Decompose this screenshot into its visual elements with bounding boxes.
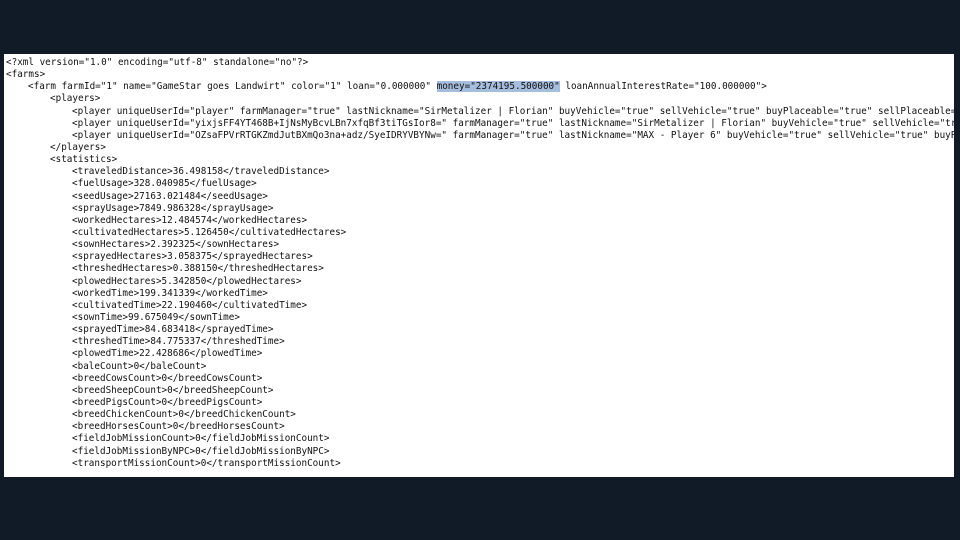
farms-open-line: <farms> [6, 69, 46, 81]
statistic-line: <plowedHectares>5.342850</plowedHectares… [72, 275, 302, 287]
players-close-line: </players> [50, 141, 106, 153]
farm-interest-text: loanAnnualInterestRate="100.000000"> [559, 81, 767, 93]
statistic-line: <plowedTime>22.428686</plowedTime> [72, 348, 263, 360]
statistic-line: <sownHectares>2.392325</sownHectares> [72, 239, 280, 251]
statistic-line: <transportMissionCount>0</transportMissi… [72, 457, 341, 469]
statistic-line: <breedPigsCount>0</breedPigsCount> [72, 396, 263, 408]
player-line: <player uniqueUserId="yixjsFF4YT468B+IjN… [72, 117, 954, 129]
statistic-line: <seedUsage>27163.021484</seedUsage> [72, 190, 268, 202]
xml-declaration-line: <?xml version="1.0" encoding="utf-8" sta… [6, 57, 309, 68]
statistic-line: <cultivatedTime>22.190460</cultivatedTim… [72, 299, 308, 311]
statistic-line: <threshedTime>84.775337</threshedTime> [72, 336, 285, 348]
statistic-line: <sprayedTime>84.683418</sprayedTime> [72, 324, 274, 336]
farm-open-line: <farm farmId="1" name="GameStar goes Lan… [6, 81, 954, 93]
statistic-line: <fuelUsage>328.040985</fuelUsage> [72, 178, 257, 190]
statistic-line: <sownTime>99.675049</sownTime> [72, 311, 240, 323]
player-line: <player uniqueUserId="player" farmManage… [72, 105, 954, 117]
statistic-line: <threshedHectares>0.388150</threshedHect… [72, 263, 324, 275]
statistic-line: <breedSheepCount>0</breedSheepCount> [72, 384, 274, 396]
statistic-line: <fieldJobMissionByNPC>0</fieldJobMission… [72, 445, 330, 457]
statistics-open-line: <statistics> [50, 154, 118, 166]
statistic-line: <sprayedHectares>3.058375</sprayedHectar… [72, 251, 313, 263]
statistic-line: <fieldJobMissionCount>0</fieldJobMission… [72, 433, 330, 445]
players-open-line: <players> [50, 93, 101, 105]
farm-attributes-text: <farm farmId="1" name="GameStar goes Lan… [28, 81, 437, 93]
player-line: <player uniqueUserId="OZsaFPVrRTGKZmdJut… [72, 129, 954, 141]
statistic-line: <traveledDistance>36.498158</traveledDis… [72, 166, 330, 178]
statistic-line: <workedHectares>12.484574</workedHectare… [72, 214, 308, 226]
statistic-line: <breedChickenCount>0</breedChickenCount> [72, 409, 296, 421]
statistic-line: <workedTime>199.341339</workedTime> [72, 287, 268, 299]
statistic-line: <breedHorsesCount>0</breedHorsesCount> [72, 421, 285, 433]
xml-text-view[interactable]: <?xml version="1.0" encoding="utf-8" sta… [4, 54, 954, 477]
xml-lines: <?xml version="1.0" encoding="utf-8" sta… [6, 57, 954, 470]
statistic-line: <cultivatedHectares>5.126450</cultivated… [72, 226, 347, 238]
statistic-line: <baleCount>0</baleCount> [72, 360, 207, 372]
money-attribute-selection[interactable]: money="2374195.500000" [436, 81, 560, 93]
statistic-line: <breedCowsCount>0</breedCowsCount> [72, 372, 263, 384]
statistic-line: <sprayUsage>7849.986328</sprayUsage> [72, 202, 274, 214]
